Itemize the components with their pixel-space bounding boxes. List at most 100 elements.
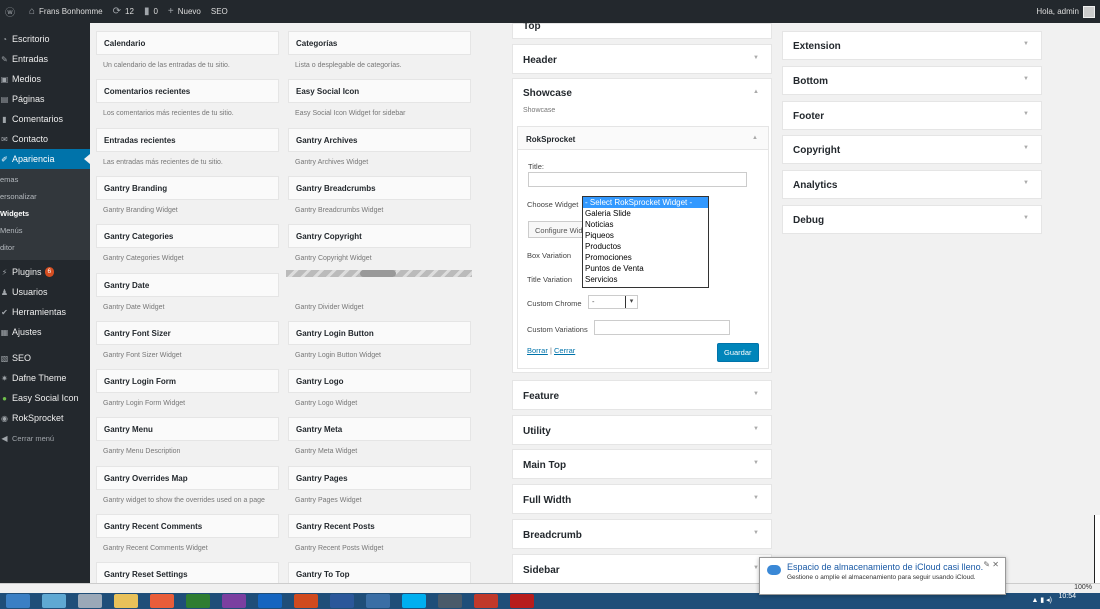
widget-tile[interactable]: Gantry Menu	[96, 417, 279, 441]
widget-tile[interactable]: Gantry Archives	[288, 128, 471, 152]
widget-tile[interactable]: Gantry Branding	[96, 176, 279, 200]
system-tray[interactable]: ▲ ▮ ◂)	[1031, 596, 1052, 604]
seo-link[interactable]: SEO	[206, 0, 233, 23]
menu-usuarios[interactable]: ♟ Usuarios	[0, 282, 90, 302]
submenu-menus[interactable]: Menús	[0, 222, 90, 239]
widget-tile[interactable]: Gantry Pages	[288, 466, 471, 490]
area-top[interactable]: Top	[512, 21, 772, 39]
dropdown-option[interactable]: Servicios	[583, 274, 708, 285]
area-feature[interactable]: Feature ▼	[512, 380, 772, 410]
network-app-icon[interactable]	[438, 594, 462, 608]
chevron-down-icon[interactable]: ▼	[1023, 76, 1029, 82]
outlook-icon[interactable]	[258, 594, 282, 608]
menu-apariencia[interactable]: ✐ Apariencia	[0, 149, 90, 169]
widget-tile[interactable]: Gantry Recent Comments	[96, 514, 279, 538]
menu-collapse[interactable]: ◀ Cerrar menú	[0, 428, 90, 448]
dropdown-option[interactable]: Puntos de Venta	[583, 263, 708, 274]
delete-link[interactable]: Borrar	[527, 346, 548, 355]
chevron-up-icon[interactable]: ▲	[753, 89, 759, 95]
skype-icon[interactable]	[402, 594, 426, 608]
new-content-link[interactable]: + Nuevo	[163, 0, 206, 23]
chrome-icon[interactable]	[150, 594, 174, 608]
dropdown-option[interactable]: Productos	[583, 241, 708, 252]
widget-tile[interactable]: Gantry Overrides Map	[96, 466, 279, 490]
submenu-widgets[interactable]: Widgets	[0, 205, 90, 222]
acrobat-icon[interactable]	[510, 594, 534, 608]
area-utility[interactable]: Utility ▼	[512, 415, 772, 445]
widget-tile[interactable]: Gantry Font Sizer	[96, 321, 279, 345]
dropdown-option[interactable]: Piqueos	[583, 230, 708, 241]
access-icon[interactable]	[474, 594, 498, 608]
menu-dafne-theme[interactable]: ✷ Dafne Theme	[0, 368, 90, 388]
chevron-down-icon[interactable]: ▼	[1023, 111, 1029, 117]
area-extension[interactable]: Extension ▼	[782, 31, 1042, 60]
site-name-link[interactable]: ⌂ Frans Bonhomme	[24, 0, 108, 23]
chevron-down-icon[interactable]: ▼	[1023, 215, 1029, 221]
menu-paginas[interactable]: ▤ Páginas	[0, 89, 90, 109]
roksprocket-widget-header[interactable]: RokSprocket ▲	[518, 127, 768, 150]
zoom-level[interactable]: 100%	[1074, 584, 1092, 591]
dropdown-option[interactable]: Promociones	[583, 252, 708, 263]
widget-tile[interactable]: Easy Social Icon	[288, 79, 471, 103]
close-link[interactable]: Cerrar	[554, 346, 575, 355]
widget-tile[interactable]: Gantry Login Form	[96, 369, 279, 393]
widget-tile[interactable]: Gantry Recent Posts	[288, 514, 471, 538]
area-main-top[interactable]: Main Top ▼	[512, 449, 772, 479]
choose-widget-dropdown[interactable]: - Select RokSprocket Widget - Galeria Sli…	[582, 196, 709, 288]
dropdown-option[interactable]: Galeria Slide	[583, 208, 708, 219]
chevron-down-icon[interactable]: ▼	[1023, 41, 1029, 47]
widget-tile[interactable]: Gantry Meta	[288, 417, 471, 441]
custom-chrome-select[interactable]: - ▾	[588, 295, 638, 309]
menu-herramientas[interactable]: ✔ Herramientas	[0, 302, 90, 322]
widget-tile[interactable]: Calendario	[96, 31, 279, 55]
widget-tile[interactable]: Gantry Logo	[288, 369, 471, 393]
start-button-icon[interactable]	[6, 594, 30, 608]
chevron-down-icon[interactable]: ▼	[753, 460, 759, 466]
ie-icon[interactable]	[42, 594, 66, 608]
comments-link[interactable]: ▮ 0	[139, 0, 163, 23]
icloud-notification[interactable]: Espacio de almacenamiento de iCloud casi…	[759, 557, 1006, 595]
close-icon[interactable]: ✎ ✕	[983, 560, 999, 569]
widget-tile[interactable]: Gantry Categories	[96, 224, 279, 248]
widget-tile[interactable]: Entradas recientes	[96, 128, 279, 152]
chevron-down-icon[interactable]: ▼	[753, 55, 759, 61]
gantry-divider-tile[interactable]	[286, 270, 472, 277]
menu-comentarios[interactable]: ▮ Comentarios	[0, 109, 90, 129]
menu-seo[interactable]: ▧ SEO	[0, 348, 90, 368]
chevron-down-icon[interactable]: ▼	[753, 495, 759, 501]
menu-easy-social-icon[interactable]: ● Easy Social Icon	[0, 388, 90, 408]
menu-escritorio[interactable]: ◔ Escritorio	[0, 29, 90, 49]
menu-plugins[interactable]: ⚡ Plugins 6	[0, 262, 90, 282]
widget-tile[interactable]: Gantry Date	[96, 273, 279, 297]
area-bottom[interactable]: Bottom ▼	[782, 66, 1042, 95]
area-copyright[interactable]: Copyright ▼	[782, 135, 1042, 164]
area-header[interactable]: Header ▼	[512, 44, 772, 74]
area-sidebar[interactable]: Sidebar ▼	[512, 554, 772, 584]
dropdown-option[interactable]: - Select RokSprocket Widget -	[583, 197, 708, 208]
chevron-down-icon[interactable]: ▼	[1023, 145, 1029, 151]
area-full-width[interactable]: Full Width ▼	[512, 484, 772, 514]
excel-icon[interactable]	[186, 594, 210, 608]
widget-tile[interactable]: Gantry Breadcrumbs	[288, 176, 471, 200]
widget-tile[interactable]: Categorías	[288, 31, 471, 55]
visio-icon[interactable]	[366, 594, 390, 608]
widget-tile[interactable]: Comentarios recientes	[96, 79, 279, 103]
title-input[interactable]	[528, 172, 747, 187]
chevron-down-icon[interactable]: ▼	[753, 426, 759, 432]
menu-contacto[interactable]: ✉ Contacto	[0, 129, 90, 149]
submenu-personalizar[interactable]: ersonalizar	[0, 188, 90, 205]
submenu-temas[interactable]: emas	[0, 171, 90, 188]
scrollbar[interactable]	[1094, 515, 1100, 583]
onenote-icon[interactable]	[222, 594, 246, 608]
powerpoint-icon[interactable]	[294, 594, 318, 608]
menu-ajustes[interactable]: ▦ Ajustes	[0, 322, 90, 342]
chevron-down-icon[interactable]: ▼	[753, 530, 759, 536]
word-icon[interactable]	[330, 594, 354, 608]
clock[interactable]: 10:54	[1058, 593, 1076, 600]
chevron-up-icon[interactable]: ▲	[752, 135, 758, 141]
menu-roksprocket[interactable]: ◉ RokSprocket	[0, 408, 90, 428]
chevron-down-icon[interactable]: ▼	[1023, 180, 1029, 186]
save-button[interactable]: Guardar	[717, 343, 759, 362]
search-icon[interactable]	[78, 594, 102, 608]
my-account[interactable]: Hola, admin	[1031, 0, 1100, 23]
